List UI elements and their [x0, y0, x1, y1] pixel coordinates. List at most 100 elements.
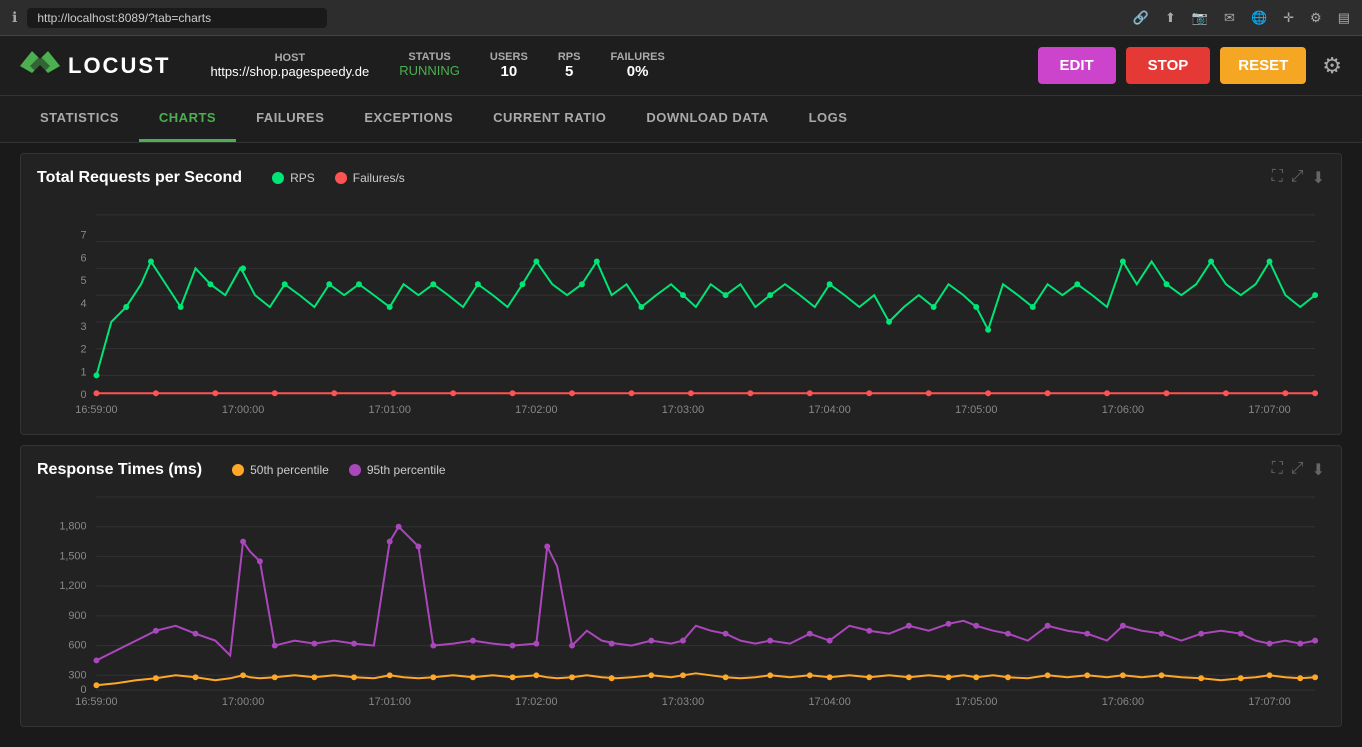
svg-text:17:00:00: 17:00:00 — [222, 404, 264, 416]
svg-text:16:59:00: 16:59:00 — [75, 404, 117, 416]
svg-text:17:01:00: 17:01:00 — [369, 696, 411, 708]
nav-buttons: EDIT STOP RESET ⚙ — [1038, 47, 1343, 84]
logo-text: LOCUST — [68, 53, 170, 79]
svg-text:600: 600 — [68, 640, 86, 652]
svg-text:17:07:00: 17:07:00 — [1248, 404, 1290, 416]
svg-text:1,800: 1,800 — [59, 521, 86, 533]
download-icon-2[interactable]: ⬇ — [1312, 460, 1325, 480]
svg-text:17:05:00: 17:05:00 — [955, 404, 997, 416]
response-legend-95th-label: 95th percentile — [367, 463, 446, 477]
response-chart-title: Response Times (ms) — [37, 461, 202, 479]
tab-logs[interactable]: LOGS — [789, 96, 868, 142]
tab-charts[interactable]: CHARTS — [139, 96, 236, 142]
status-block: STATUS RUNNING — [399, 51, 460, 80]
svg-text:5: 5 — [80, 275, 86, 287]
svg-text:17:06:00: 17:06:00 — [1102, 404, 1144, 416]
settings-button[interactable]: ⚙ — [1322, 53, 1342, 79]
svg-text:17:06:00: 17:06:00 — [1102, 696, 1144, 708]
rps-chart-card: Total Requests per Second RPS Failures/s… — [20, 153, 1342, 435]
svg-text:3: 3 — [80, 321, 86, 333]
svg-text:1,200: 1,200 — [59, 580, 86, 592]
fullscreen-icon-2[interactable]: ⤢ — [1291, 460, 1304, 480]
logo: LOCUST — [20, 51, 170, 81]
50th-dot — [232, 464, 244, 476]
users-value: 10 — [501, 63, 518, 80]
svg-text:300: 300 — [68, 669, 86, 681]
tab-current-ratio[interactable]: CURRENT RATIO — [473, 96, 626, 142]
failures-block: FAILURES 0% — [610, 51, 664, 80]
logo-icon — [20, 51, 60, 81]
rps-legend-rps-label: RPS — [290, 171, 315, 185]
host-value: https://shop.pagespeedy.de — [210, 64, 369, 79]
rps-label: RPS — [558, 51, 581, 63]
rps-legend-failures-label: Failures/s — [353, 171, 405, 185]
response-legend: 50th percentile 95th percentile — [232, 463, 445, 477]
camera-icon[interactable]: 📷 — [1192, 10, 1208, 26]
users-block: USERS 10 — [490, 51, 528, 80]
svg-text:16:59:00: 16:59:00 — [75, 696, 117, 708]
tab-download-data[interactable]: DOWNLOAD DATA — [626, 96, 788, 142]
svg-text:17:00:00: 17:00:00 — [222, 696, 264, 708]
download-icon[interactable]: ⬇ — [1312, 168, 1325, 188]
svg-text:17:02:00: 17:02:00 — [515, 696, 557, 708]
svg-text:17:02:00: 17:02:00 — [515, 404, 557, 416]
sidebar-icon[interactable]: ▤ — [1338, 10, 1350, 26]
top-nav: LOCUST HOST https://shop.pagespeedy.de S… — [0, 36, 1362, 96]
tab-statistics[interactable]: STATISTICS — [20, 96, 139, 142]
expand-icon[interactable]: ⛶ — [1272, 168, 1283, 188]
svg-text:17:03:00: 17:03:00 — [662, 696, 704, 708]
tab-exceptions[interactable]: EXCEPTIONS — [344, 96, 473, 142]
svg-text:7: 7 — [80, 230, 86, 242]
rps-chart-title: Total Requests per Second — [37, 169, 242, 187]
expand-icon-2[interactable]: ⛶ — [1272, 460, 1283, 480]
svg-text:17:04:00: 17:04:00 — [808, 404, 850, 416]
svg-text:1: 1 — [80, 366, 86, 378]
svg-text:17:03:00: 17:03:00 — [662, 404, 704, 416]
svg-text:4: 4 — [80, 298, 86, 310]
share-icon[interactable]: ⬆ — [1165, 10, 1176, 26]
navigate-icon[interactable]: ✛ — [1283, 10, 1294, 26]
rps-chart-header: Total Requests per Second RPS Failures/s… — [37, 168, 1325, 188]
url-bar[interactable]: http://localhost:8089/?tab=charts — [27, 8, 327, 28]
svg-text:17:01:00: 17:01:00 — [369, 404, 411, 416]
response-chart-card: Response Times (ms) 50th percentile 95th… — [20, 445, 1342, 727]
failures-label: FAILURES — [610, 51, 664, 63]
response-chart-container: 0 300 600 900 1,200 1,500 1,800 16:59:00… — [37, 486, 1325, 716]
svg-text:17:04:00: 17:04:00 — [808, 696, 850, 708]
status-info: STATUS RUNNING USERS 10 RPS 5 FAILURES 0… — [399, 51, 665, 80]
rps-svg: 0 1 2 3 4 5 6 7 16:59:00 17:00:00 17:01:… — [37, 194, 1325, 424]
edit-button[interactable]: EDIT — [1038, 47, 1116, 84]
globe-icon[interactable]: 🌐 — [1251, 10, 1267, 26]
svg-text:0: 0 — [80, 389, 86, 401]
status-value: RUNNING — [399, 63, 460, 78]
svg-text:900: 900 — [68, 610, 86, 622]
response-svg: 0 300 600 900 1,200 1,500 1,800 16:59:00… — [37, 486, 1325, 716]
host-label: HOST — [275, 52, 306, 64]
response-legend-50th: 50th percentile — [232, 463, 329, 477]
fullscreen-icon[interactable]: ⤢ — [1291, 168, 1304, 188]
extensions-icon[interactable]: ⚙ — [1310, 10, 1322, 26]
browser-toolbar: 🔗 ⬆ 📷 ✉ 🌐 ✛ ⚙ ▤ — [1133, 10, 1350, 26]
charts-area: Total Requests per Second RPS Failures/s… — [0, 143, 1362, 747]
tab-failures[interactable]: FAILURES — [236, 96, 344, 142]
response-chart-controls[interactable]: ⛶ ⤢ ⬇ — [1272, 460, 1325, 480]
mail-icon[interactable]: ✉ — [1224, 10, 1235, 26]
stop-button[interactable]: STOP — [1126, 47, 1211, 84]
failures-dot — [335, 172, 347, 184]
rps-dot — [272, 172, 284, 184]
svg-text:6: 6 — [80, 252, 86, 264]
link-icon[interactable]: 🔗 — [1133, 10, 1149, 26]
svg-text:1,500: 1,500 — [59, 550, 86, 562]
response-legend-95th: 95th percentile — [349, 463, 446, 477]
svg-text:17:07:00: 17:07:00 — [1248, 696, 1290, 708]
users-label: USERS — [490, 51, 528, 63]
info-icon: ℹ — [12, 9, 17, 26]
response-chart-header: Response Times (ms) 50th percentile 95th… — [37, 460, 1325, 480]
rps-value: 5 — [565, 63, 573, 80]
rps-legend: RPS Failures/s — [272, 171, 405, 185]
host-info: HOST https://shop.pagespeedy.de — [210, 52, 369, 79]
reset-button[interactable]: RESET — [1220, 47, 1306, 84]
rps-chart-controls[interactable]: ⛶ ⤢ ⬇ — [1272, 168, 1325, 188]
browser-bar: ℹ http://localhost:8089/?tab=charts 🔗 ⬆ … — [0, 0, 1362, 36]
rps-chart-container: 0 1 2 3 4 5 6 7 16:59:00 17:00:00 17:01:… — [37, 194, 1325, 424]
